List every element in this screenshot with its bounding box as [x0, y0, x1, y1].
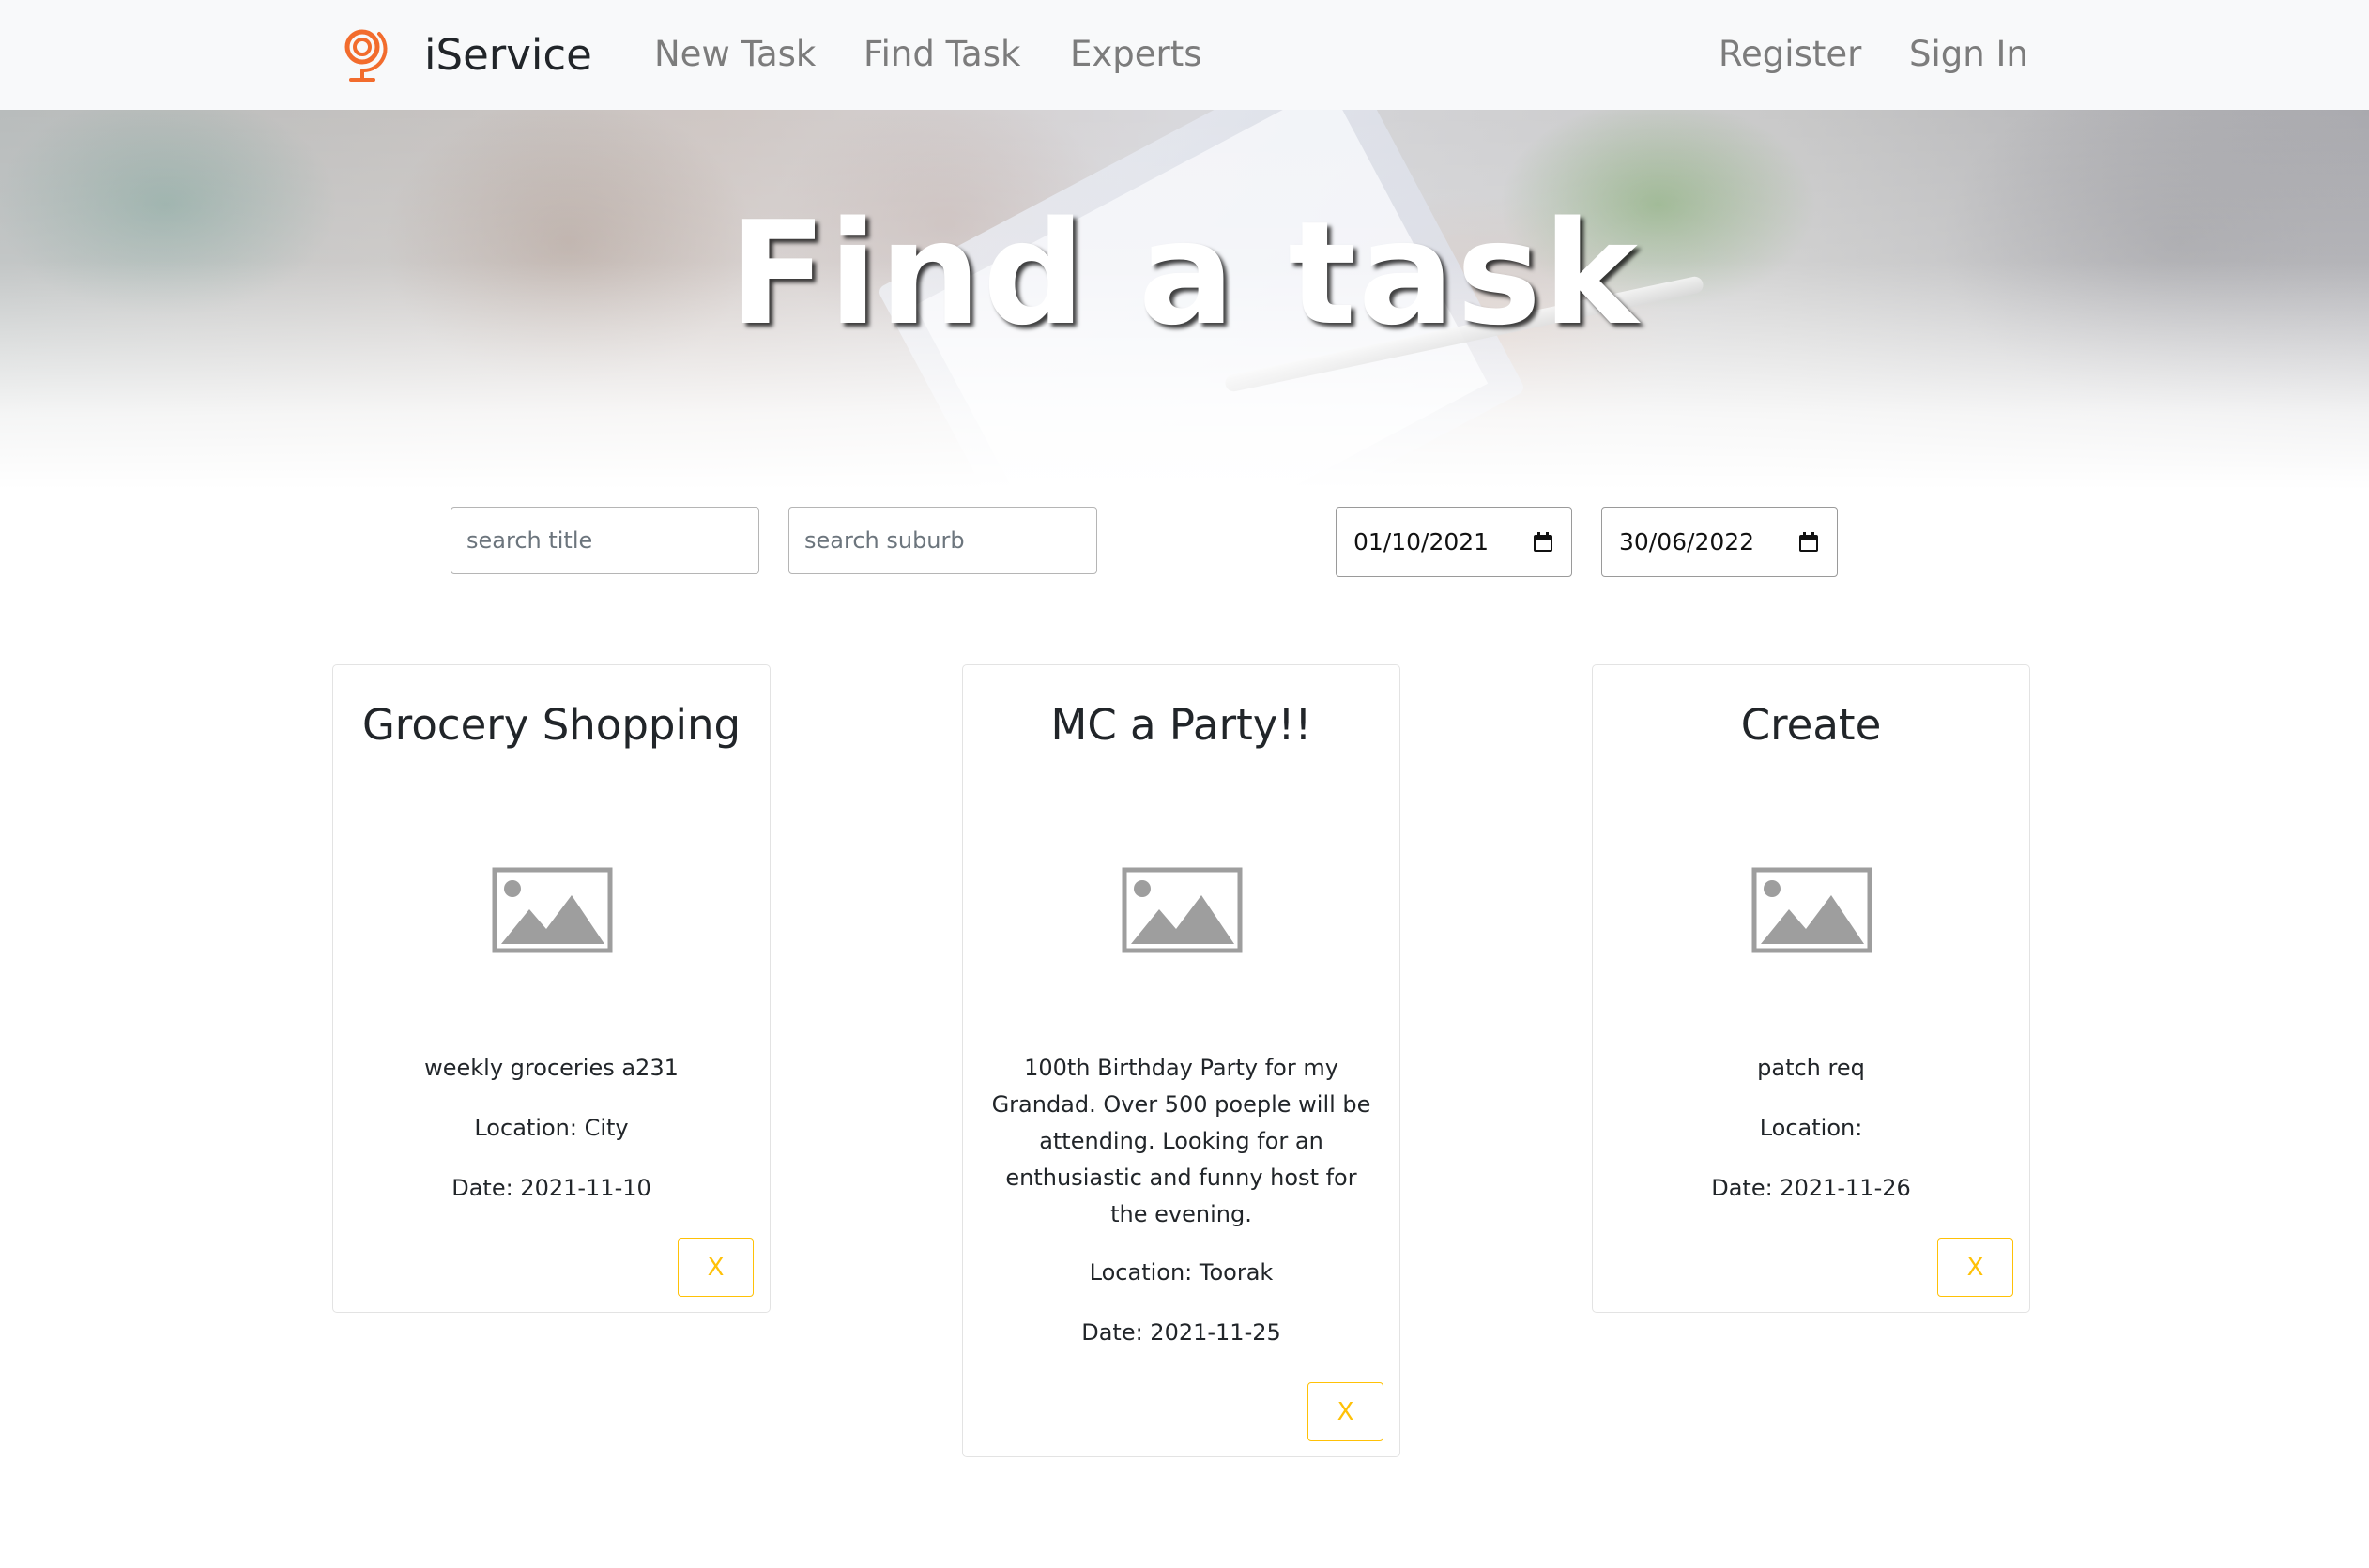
- start-date-input[interactable]: 01/10/2021: [1336, 507, 1572, 577]
- task-title: Grocery Shopping: [361, 700, 741, 750]
- calendar-icon[interactable]: [1797, 531, 1820, 554]
- image-placeholder-icon: [1751, 867, 1872, 953]
- image-placeholder-icon: [492, 867, 613, 953]
- task-date: Date: 2021-11-25: [1081, 1319, 1281, 1346]
- nav-sign-in[interactable]: Sign In: [1909, 32, 2028, 77]
- hero-banner: Find a task: [0, 110, 2369, 490]
- navbar: iService New Task Find Task Experts Regi…: [0, 0, 2369, 110]
- nav-new-task[interactable]: New Task: [654, 32, 816, 77]
- nav-find-task[interactable]: Find Task: [864, 32, 1020, 77]
- end-date-value: 30/06/2022: [1619, 528, 1755, 556]
- start-date-value: 01/10/2021: [1353, 528, 1490, 556]
- nav-experts[interactable]: Experts: [1070, 32, 1202, 77]
- remove-task-button[interactable]: X: [678, 1238, 754, 1297]
- task-location: Location: Toorak: [1089, 1259, 1274, 1286]
- remove-task-button[interactable]: X: [1307, 1382, 1383, 1441]
- task-description: patch req: [1757, 1055, 1865, 1081]
- calendar-icon[interactable]: [1532, 531, 1554, 554]
- task-description: weekly groceries a231: [424, 1055, 679, 1081]
- remove-task-button[interactable]: X: [1937, 1238, 2013, 1297]
- globe-stand-icon: [344, 29, 388, 82]
- search-suburb-input[interactable]: [788, 507, 1097, 574]
- page-title: Find a task: [728, 190, 1641, 357]
- task-location: Location:: [1759, 1115, 1863, 1141]
- task-date: Date: 2021-11-10: [451, 1175, 651, 1201]
- task-card[interactable]: Grocery Shopping weekly groceries a231 L…: [332, 664, 771, 1313]
- brand[interactable]: iService: [340, 26, 592, 83]
- task-card[interactable]: Create patch req Location: Date: 2021-11…: [1592, 664, 2030, 1313]
- task-title: Create: [1740, 700, 1882, 750]
- search-title-input[interactable]: [451, 507, 759, 574]
- nav-register[interactable]: Register: [1719, 32, 1861, 77]
- image-placeholder-icon: [1122, 867, 1243, 953]
- task-description: 100th Birthday Party for my Grandad. Ove…: [991, 1055, 1371, 1227]
- task-card[interactable]: MC a Party!! 100th Birthday Party for my…: [962, 664, 1400, 1457]
- end-date-input[interactable]: 30/06/2022: [1601, 507, 1838, 577]
- task-location: Location: City: [474, 1115, 629, 1141]
- task-title: MC a Party!!: [1050, 700, 1312, 750]
- brand-name: iService: [424, 29, 592, 80]
- task-date: Date: 2021-11-26: [1711, 1175, 1911, 1201]
